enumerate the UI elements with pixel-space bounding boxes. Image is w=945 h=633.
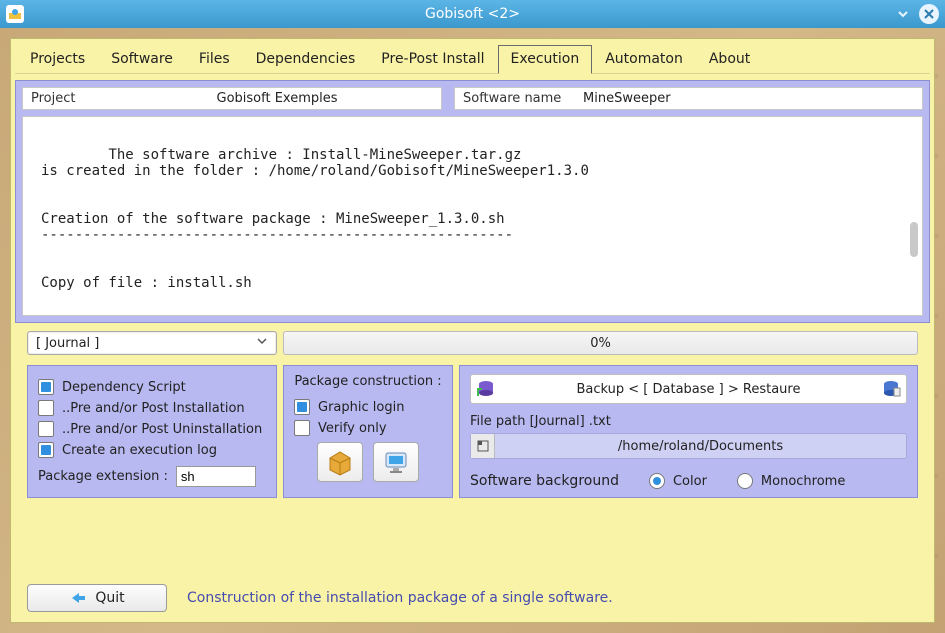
log-output[interactable]: The software archive : Install-MineSweep… xyxy=(22,116,923,316)
tab-pre-post-install[interactable]: Pre-Post Install xyxy=(368,45,497,73)
create-log-checkbox[interactable] xyxy=(38,442,54,458)
status-text: Construction of the installation package… xyxy=(187,590,613,606)
filepath-label: File path [Journal] .txt xyxy=(470,414,907,429)
monitor-button[interactable] xyxy=(373,442,419,482)
log-text: The software archive : Install-MineSweep… xyxy=(41,147,589,291)
quit-label: Quit xyxy=(95,590,124,606)
graphic-login-checkbox[interactable] xyxy=(294,399,310,415)
folder-open-icon xyxy=(476,439,490,453)
tab-automaton[interactable]: Automaton xyxy=(592,45,696,73)
verify-only-label: Verify only xyxy=(318,421,387,436)
construction-label: Package construction : xyxy=(294,374,442,389)
arrow-left-icon xyxy=(69,591,87,605)
pre-post-uninstall-label: ..Pre and/or Post Uninstallation xyxy=(62,422,262,437)
journal-combo-label: [ Journal ] xyxy=(36,336,99,351)
journal-combo[interactable]: [ Journal ] xyxy=(27,331,277,355)
main-window: ProjectsSoftwareFilesDependenciesPre-Pos… xyxy=(10,38,935,623)
quit-button[interactable]: Quit xyxy=(27,584,167,612)
chevron-down-icon xyxy=(256,335,268,351)
window-title: Gobisoft <2> xyxy=(0,6,945,22)
tab-about[interactable]: About xyxy=(696,45,763,73)
filepath-field: /home/roland/Documents xyxy=(470,433,907,459)
software-name-field: Software name MineSweeper xyxy=(454,87,923,110)
progress-text: 0% xyxy=(590,336,611,351)
extension-input[interactable] xyxy=(176,466,256,487)
extension-label: Package extension : xyxy=(38,469,168,484)
options-card: Dependency Script ..Pre and/or Post Inst… xyxy=(27,365,277,498)
backup-icon[interactable] xyxy=(475,378,497,400)
dependency-script-checkbox[interactable] xyxy=(38,379,54,395)
minimize-button[interactable] xyxy=(893,4,913,24)
tab-software[interactable]: Software xyxy=(98,45,186,73)
graphic-login-label: Graphic login xyxy=(318,400,404,415)
filepath-value: /home/roland/Documents xyxy=(495,436,906,457)
restore-icon[interactable] xyxy=(880,378,902,400)
progress-bar: 0% xyxy=(283,331,918,355)
project-label: Project xyxy=(31,91,121,106)
database-card: Backup < [ Database ] > Restaure File pa… xyxy=(459,365,918,498)
monochrome-radio-label: Monochrome xyxy=(761,474,845,489)
package-icon xyxy=(326,448,354,476)
info-panel: Project Gobisoft Exemples Software name … xyxy=(15,80,930,323)
verify-only-checkbox[interactable] xyxy=(294,420,310,436)
color-radio-label: Color xyxy=(673,474,707,489)
app-icon xyxy=(6,5,24,23)
desktop-background: ProjectsSoftwareFilesDependenciesPre-Pos… xyxy=(0,28,945,633)
construction-card: Package construction : Graphic login Ver… xyxy=(283,365,453,498)
backup-restore-row: Backup < [ Database ] > Restaure xyxy=(470,374,907,404)
monitor-icon xyxy=(382,448,410,476)
menubar: ProjectsSoftwareFilesDependenciesPre-Pos… xyxy=(15,43,930,74)
scrollbar-thumb[interactable] xyxy=(910,222,918,257)
titlebar: Gobisoft <2> xyxy=(0,0,945,28)
monochrome-radio[interactable] xyxy=(737,473,753,489)
bottom-bar: Quit Construction of the installation pa… xyxy=(15,578,930,612)
project-value: Gobisoft Exemples xyxy=(121,91,433,106)
tab-dependencies[interactable]: Dependencies xyxy=(243,45,369,73)
lower-row: Dependency Script ..Pre and/or Post Inst… xyxy=(15,365,930,498)
dependency-script-label: Dependency Script xyxy=(62,380,186,395)
background-label: Software background xyxy=(470,473,619,489)
progress-row: [ Journal ] 0% xyxy=(15,329,930,359)
browse-button[interactable] xyxy=(471,434,495,458)
color-radio[interactable] xyxy=(649,473,665,489)
pre-post-uninstall-checkbox[interactable] xyxy=(38,421,54,437)
log-scrollbar[interactable] xyxy=(908,127,918,305)
tab-projects[interactable]: Projects xyxy=(17,45,98,73)
build-package-button[interactable] xyxy=(317,442,363,482)
backup-restore-label: Backup < [ Database ] > Restaure xyxy=(503,382,874,397)
project-field: Project Gobisoft Exemples xyxy=(22,87,442,110)
close-button[interactable] xyxy=(919,4,939,24)
software-name-value: MineSweeper xyxy=(573,91,914,106)
create-log-label: Create an execution log xyxy=(62,443,217,458)
pre-post-install-label: ..Pre and/or Post Installation xyxy=(62,401,245,416)
tab-files[interactable]: Files xyxy=(186,45,243,73)
software-name-label: Software name xyxy=(463,91,573,106)
pre-post-install-checkbox[interactable] xyxy=(38,400,54,416)
tab-execution[interactable]: Execution xyxy=(498,45,593,74)
